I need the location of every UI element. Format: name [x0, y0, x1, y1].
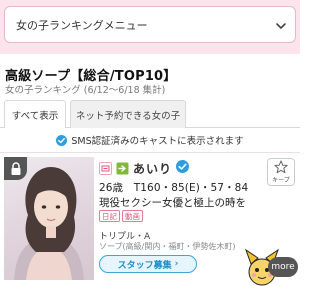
tab-all[interactable]: すべて表示 — [4, 100, 66, 128]
sms-verified-note: SMS認証済みのキャストに表示されます — [0, 130, 300, 150]
cast-stats: 26歳 T160・85(E)・57・84 — [99, 182, 249, 194]
tab-net-reservation[interactable]: ネット予約できる女の子 — [70, 100, 186, 128]
check-circle-icon — [56, 134, 68, 146]
chevron-down-icon — [276, 23, 286, 29]
chevron-right-icon: › — [174, 259, 179, 269]
active-tab-gap — [5, 127, 65, 128]
keep-label: キープ — [272, 177, 290, 184]
cast-catchphrase: 現役セクシー女優と極上の時を — [99, 197, 246, 209]
shop-area: ソープ(高級/関内・福町・伊勢佐木町) — [99, 242, 236, 251]
net-reservation-icon — [116, 162, 129, 175]
video-tag[interactable]: 動画 — [122, 210, 143, 222]
lock-badge — [4, 157, 27, 180]
new-face-icon — [99, 162, 112, 175]
verified-check-icon — [176, 160, 189, 173]
sms-note-text: SMS認証済みのキャストに表示されます — [71, 136, 244, 147]
staff-recruit-label: スタッフ募集 — [117, 260, 172, 271]
more-button[interactable]: more — [268, 257, 298, 277]
staff-recruit-button[interactable]: スタッフ募集 › — [99, 255, 197, 273]
cast-name[interactable]: あいり — [133, 160, 172, 177]
diary-tag[interactable]: 日記 — [99, 210, 120, 222]
star-icon — [274, 160, 288, 174]
page-subtitle: 女の子ランキング (6/12〜6/18 集計) — [5, 85, 166, 96]
ranking-menu-label: 女の子ランキングメニュー — [16, 18, 148, 32]
ranking-menu-dropdown[interactable]: 女の子ランキングメニュー — [4, 6, 296, 43]
keep-button[interactable]: キープ — [267, 158, 295, 186]
lock-icon — [11, 161, 20, 175]
